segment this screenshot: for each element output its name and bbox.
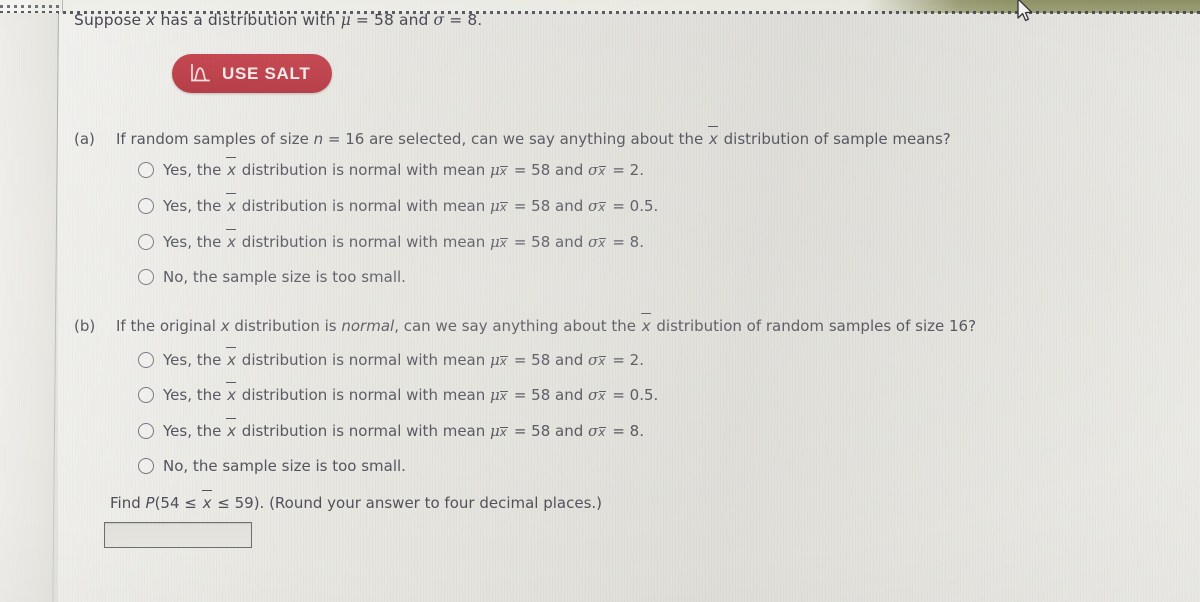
option-b1[interactable]: Yes, the x distribution is normal with m… [138, 346, 644, 369]
find-probability-prompt: Find P(54 ≤ x ≤ 59). (Round your answer … [110, 489, 603, 512]
xbar-glyph: x [226, 346, 237, 369]
sigma-symbol: σ [588, 233, 599, 251]
xbar-glyph: x [226, 417, 237, 440]
option-a4[interactable]: No, the sample size is too small. [138, 268, 406, 286]
screen-photo: Suppose x has a distribution with μ = 58… [0, 0, 1200, 602]
radio-b1[interactable] [138, 351, 154, 368]
sigma-symbol: σ [588, 197, 599, 215]
xbar-subscript: x [499, 235, 508, 250]
xbar-glyph: x [226, 381, 237, 404]
sigma-symbol: σ [588, 422, 599, 440]
xbar-subscript: x [499, 388, 508, 403]
option-b4[interactable]: No, the sample size is too small. [138, 457, 406, 475]
stem-mu-value: = 58 and [350, 11, 434, 29]
option-a2[interactable]: Yes, the x distribution is normal with m… [138, 192, 659, 215]
part-a-q-t1: If random samples of size [116, 130, 314, 148]
part-a-q-n: n [313, 130, 324, 148]
xbar-subscript: x [499, 199, 508, 214]
find-xbar: x [201, 489, 212, 512]
radio-a1[interactable] [138, 161, 154, 178]
find-t1: Find [110, 494, 146, 512]
option-b3[interactable]: Yes, the x distribution is normal with m… [138, 417, 644, 440]
mu-symbol: μ [490, 161, 500, 179]
option-b2[interactable]: Yes, the x distribution is normal with m… [138, 381, 659, 404]
radio-b3[interactable] [138, 422, 154, 439]
xbar-subscript: x [499, 424, 508, 439]
part-b-label: (b) [74, 317, 96, 335]
xbar-subscript: x [598, 388, 607, 403]
mu-symbol: μ [490, 351, 500, 369]
use-salt-button[interactable]: USE SALT [172, 54, 333, 93]
part-b-q-t2: distribution is [229, 317, 342, 335]
option-b3-label: Yes, the x distribution is normal with m… [163, 417, 644, 440]
part-b-q-t3: distribution of random samples of size 1… [651, 317, 977, 335]
option-b4-label: No, the sample size is too small. [163, 457, 406, 475]
problem-statement: Suppose x has a distribution with μ = 58… [74, 11, 482, 29]
part-a-q-t3: distribution of sample means? [718, 130, 951, 148]
radio-a2[interactable] [138, 197, 154, 214]
sigma-symbol: σ [588, 161, 599, 179]
mouse-cursor-icon [1017, 0, 1033, 22]
sigma-symbol: σ [433, 11, 445, 29]
option-b2-label: Yes, the x distribution is normal with m… [163, 381, 659, 404]
part-b-q-x: x [220, 317, 230, 335]
xbar-subscript: x [598, 424, 607, 439]
find-t3: ≤ 59). (Round your answer to four decima… [212, 494, 603, 512]
mu-symbol: μ [490, 422, 500, 440]
option-a2-label: Yes, the x distribution is normal with m… [163, 192, 659, 215]
xbar-subscript: x [598, 163, 607, 178]
radio-a3[interactable] [138, 233, 154, 250]
xbar-glyph: x [226, 156, 237, 179]
part-a-q-xbar: x [707, 125, 718, 148]
sigma-symbol: σ [588, 386, 599, 404]
answer-input[interactable] [104, 522, 252, 548]
option-a4-label: No, the sample size is too small. [163, 268, 406, 286]
radio-a4[interactable] [138, 269, 154, 285]
xbar-subscript: x [598, 353, 607, 368]
option-a1[interactable]: Yes, the x distribution is normal with m… [138, 156, 644, 179]
xbar-subscript: x [499, 163, 508, 178]
option-a3[interactable]: Yes, the x distribution is normal with m… [138, 228, 644, 251]
part-b-q-xbar: x [640, 312, 651, 335]
normal-curve-icon [191, 64, 210, 82]
part-b-question: If the original x distribution is normal… [116, 312, 977, 335]
xbar-glyph: x [226, 192, 237, 215]
xbar-glyph: x [226, 228, 237, 251]
part-a-q-t2: = 16 are selected, can we say anything a… [323, 130, 708, 148]
stem-sigma-value: = 8. [444, 11, 483, 29]
mu-symbol: μ [490, 197, 500, 215]
mu-symbol: μ [490, 233, 500, 251]
option-a3-label: Yes, the x distribution is normal with m… [163, 228, 644, 251]
radio-b2[interactable] [138, 386, 154, 403]
xbar-subscript: x [598, 199, 607, 214]
stem-prefix: Suppose [74, 11, 147, 29]
sigma-symbol: σ [588, 351, 599, 369]
option-a1-label: Yes, the x distribution is normal with m… [163, 156, 644, 179]
xbar-subscript: x [598, 235, 607, 250]
mu-symbol: μ [340, 11, 351, 29]
probability-symbol: P [145, 494, 155, 512]
part-a-question: If random samples of size n = 16 are sel… [116, 125, 951, 148]
option-b1-label: Yes, the x distribution is normal with m… [163, 346, 644, 369]
part-b-q-t1: If the original [116, 317, 221, 335]
find-t2: (54 ≤ [154, 494, 202, 512]
radio-b4[interactable] [138, 458, 154, 474]
use-salt-label: USE SALT [222, 63, 311, 83]
stem-middle: has a distribution with [155, 11, 341, 29]
xbar-subscript: x [499, 353, 508, 368]
mu-symbol: μ [490, 386, 500, 404]
part-b-q-normal: normal [341, 317, 395, 335]
part-b-q-t2b: , can we say anything about the [394, 317, 641, 335]
part-a-label: (a) [74, 130, 95, 148]
